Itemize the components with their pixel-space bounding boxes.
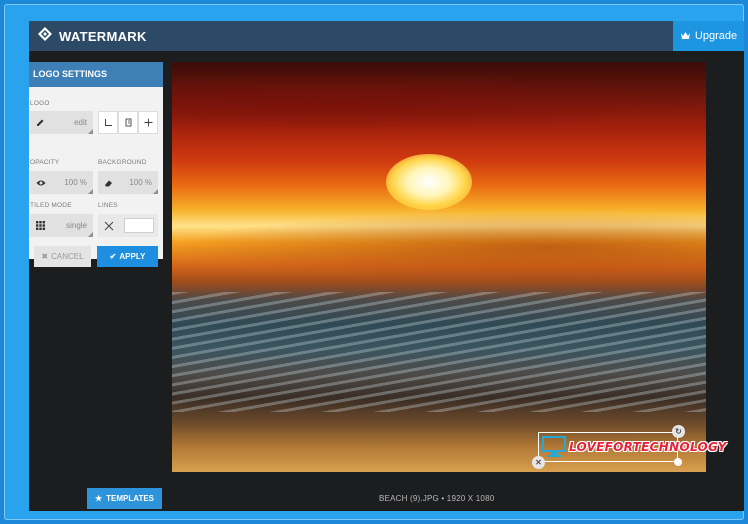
background-field[interactable]: 100 %	[98, 171, 158, 194]
move-logo-button[interactable]	[138, 111, 158, 134]
file-info: BEACH (9).JPG • 1920 X 1080	[379, 494, 495, 503]
cloud-layer	[172, 212, 706, 282]
monitor-icon	[542, 436, 566, 463]
app-container: WATERMARK Upgrade LOGO SETTINGS LOGO edi…	[29, 21, 744, 511]
watermark-logo-icon	[37, 26, 53, 47]
corner-align-icon	[104, 114, 113, 132]
image-canvas[interactable]: LOVEFORTECHNOLOGY ↻ ✕	[172, 62, 726, 472]
tiled-mode-value: single	[66, 221, 87, 230]
tiled-mode-field[interactable]: single	[30, 214, 93, 237]
watermark-text: LOVEFORTECHNOLOGY	[569, 440, 727, 454]
templates-button[interactable]: ★ TEMPLATES	[87, 488, 162, 509]
brand-name: WATERMARK	[59, 28, 147, 44]
field-corner-marker	[88, 232, 93, 237]
close-icon: ✕	[535, 458, 542, 467]
copy-icon	[124, 114, 133, 132]
remove-logo-button[interactable]: ✕	[532, 456, 545, 469]
upgrade-button[interactable]: Upgrade	[673, 21, 744, 51]
tiled-mode-label: TILED MODE	[30, 202, 72, 209]
apply-button[interactable]: ✔ APPLY	[97, 246, 158, 267]
waves-layer	[172, 292, 706, 412]
pencil-icon	[36, 118, 45, 127]
background-value: 100 %	[129, 178, 152, 187]
close-icon: ✖	[41, 252, 49, 261]
rotate-icon: ↻	[675, 427, 682, 436]
top-bar: WATERMARK Upgrade	[29, 21, 744, 51]
resize-handle[interactable]	[674, 458, 682, 466]
logo-edit-field[interactable]: edit	[30, 111, 93, 134]
field-corner-marker	[153, 189, 158, 194]
watermark-logo-box[interactable]: LOVEFORTECHNOLOGY	[538, 432, 726, 463]
logo-label: LOGO	[30, 100, 50, 107]
cloud-layer	[172, 72, 706, 132]
grid-icon	[36, 221, 45, 230]
rotate-button[interactable]: ↻	[672, 425, 685, 438]
upgrade-label: Upgrade	[694, 30, 738, 42]
templates-label: TEMPLATES	[106, 494, 155, 503]
star-icon: ★	[94, 494, 103, 503]
opacity-field[interactable]: 100 %	[30, 171, 93, 194]
copy-logo-button[interactable]	[118, 111, 138, 134]
align-corner-button[interactable]	[98, 111, 118, 134]
panel-title: LOGO SETTINGS	[29, 62, 163, 87]
check-icon: ✔	[109, 252, 117, 261]
sun-glow	[386, 154, 472, 210]
crown-icon	[680, 30, 691, 43]
cancel-button[interactable]: ✖ CANCEL	[34, 246, 91, 267]
logo-settings-panel: LOGO SETTINGS LOGO edit OPACITY 100 % BA…	[29, 62, 163, 267]
background-label: BACKGROUND	[98, 159, 147, 166]
eraser-icon	[104, 179, 113, 187]
lines-color-swatch[interactable]	[124, 218, 154, 233]
cancel-label: CANCEL	[51, 252, 84, 261]
opacity-label: OPACITY	[30, 159, 60, 166]
apply-label: APPLY	[119, 252, 146, 261]
eye-icon	[36, 179, 46, 187]
brand: WATERMARK	[37, 26, 147, 47]
field-corner-marker	[88, 129, 93, 134]
window-frame: WATERMARK Upgrade LOGO SETTINGS LOGO edi…	[4, 4, 744, 520]
lines-label: LINES	[98, 202, 118, 209]
lines-field[interactable]	[98, 214, 158, 237]
logo-edit-value: edit	[74, 118, 87, 127]
field-corner-marker	[88, 189, 93, 194]
move-icon	[144, 114, 153, 132]
lines-cross-icon	[104, 221, 114, 231]
opacity-value: 100 %	[64, 178, 87, 187]
